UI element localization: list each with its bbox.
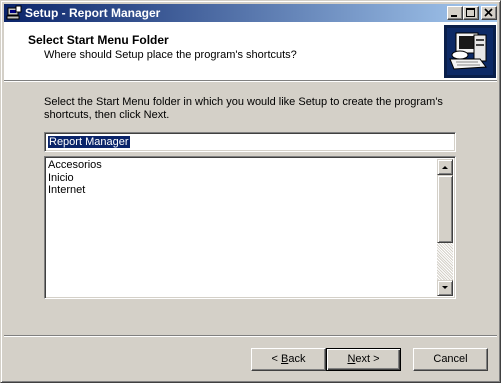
page-subtitle: Where should Setup place the program's s… <box>44 49 297 61</box>
list-item[interactable]: Inicio <box>48 172 102 185</box>
header-panel: Select Start Menu Folder Where should Se… <box>4 22 497 80</box>
back-button[interactable]: < Back <box>251 348 326 371</box>
next-label-rest: ext > <box>355 353 380 365</box>
setup-window: Setup - Report Manager Select Start Menu… <box>0 0 501 383</box>
minimize-icon <box>451 15 457 17</box>
cancel-button[interactable]: Cancel <box>413 348 488 371</box>
computer-install-icon <box>444 25 496 78</box>
title-bar[interactable]: Setup - Report Manager <box>4 4 497 22</box>
setup-app-icon <box>6 5 22 21</box>
maximize-button[interactable] <box>463 6 479 20</box>
close-button[interactable] <box>481 6 497 20</box>
arrow-up-icon <box>442 166 448 169</box>
vertical-scrollbar[interactable] <box>437 159 453 296</box>
footer-divider <box>4 335 497 337</box>
back-label-rest: ack <box>288 353 306 365</box>
page-title: Select Start Menu Folder <box>28 33 169 47</box>
header-divider <box>4 80 497 82</box>
folder-input-value: Report Manager <box>48 136 130 148</box>
maximize-icon <box>466 8 475 17</box>
instructions-text: Select the Start Menu folder in which yo… <box>44 96 443 121</box>
scroll-down-button[interactable] <box>437 280 453 296</box>
window-title: Setup - Report Manager <box>25 6 161 20</box>
start-menu-folder-input[interactable]: Report Manager <box>44 132 456 152</box>
list-item[interactable]: Accesorios <box>48 159 102 172</box>
close-icon <box>484 8 493 17</box>
scroll-thumb[interactable] <box>437 175 453 243</box>
next-button[interactable]: Next > <box>326 348 401 371</box>
arrow-down-icon <box>442 286 448 289</box>
folder-list-items: Accesorios Inicio Internet <box>48 159 102 197</box>
back-prefix: < <box>271 353 281 365</box>
scroll-up-button[interactable] <box>437 159 453 175</box>
minimize-button[interactable] <box>447 6 463 20</box>
folder-list[interactable]: Accesorios Inicio Internet <box>44 156 456 299</box>
list-item[interactable]: Internet <box>48 184 102 197</box>
